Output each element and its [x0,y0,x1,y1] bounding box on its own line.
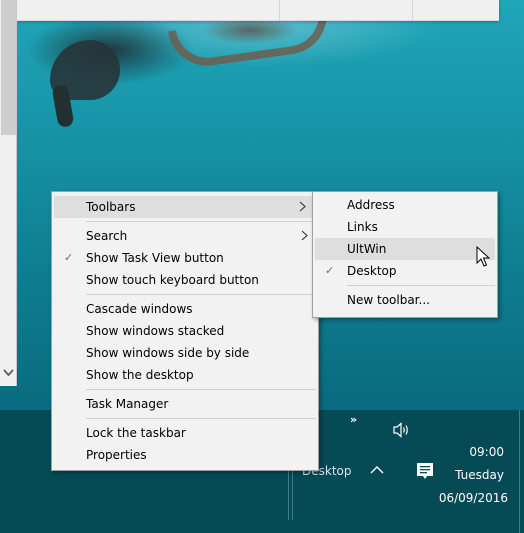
menu-item-label: Task Manager [86,397,169,411]
window-divider [279,0,280,21]
menu-item-label: Properties [86,448,147,462]
menu-item-show-windows-stacked[interactable]: Show windows stacked [52,320,318,342]
menu-item-label: Cascade windows [86,302,193,316]
menu-item-label: New toolbar... [347,293,430,307]
menu-item-show-task-view-button[interactable]: ✓ Show Task View button [52,247,318,269]
menu-item-show-the-desktop[interactable]: Show the desktop [52,364,318,386]
menu-item-cascade-windows[interactable]: Cascade windows [52,298,318,320]
menu-separator [347,285,495,286]
menu-item-toolbars[interactable]: Toolbars [54,196,316,218]
menu-item-label: Toolbars [86,200,136,214]
submenu-arrow-icon [299,196,306,218]
toolbar-overflow-icon[interactable]: » [350,413,357,426]
submenu-item-desktop[interactable]: ✓ Desktop [313,260,497,282]
checkmark-icon: ✓ [325,264,335,277]
submenu-item-new-toolbar[interactable]: New toolbar... [313,289,497,311]
menu-item-properties[interactable]: Properties [52,444,318,466]
menu-separator [86,221,316,222]
menu-item-label: Address [347,198,395,212]
menu-item-label: Lock the taskbar [86,426,186,440]
menu-item-label: Show the desktop [86,368,194,382]
menu-item-show-windows-side-by-side[interactable]: Show windows side by side [52,342,318,364]
menu-item-lock-the-taskbar[interactable]: Lock the taskbar [52,422,318,444]
scroll-down-arrow-icon[interactable] [2,368,15,382]
menu-separator [86,294,316,295]
taskbar-clock[interactable]: 09:00 Tuesday 06/09/2016 [438,441,518,510]
menu-item-label: Show windows side by side [86,346,250,360]
window-divider [412,0,413,21]
menu-separator [86,389,316,390]
submenu-item-links[interactable]: Links [313,216,497,238]
left-window-panel [0,0,17,386]
menu-item-label: Links [347,220,378,234]
clock-day: Tuesday [455,468,504,482]
menu-item-label: Show touch keyboard button [86,273,259,287]
show-desktop-divider[interactable] [519,410,520,533]
toolbars-submenu: Address Links UltWin ✓ Desktop New toolb… [312,191,498,318]
menu-item-label: Desktop [347,264,397,278]
menu-item-search[interactable]: Search [52,225,318,247]
volume-icon[interactable] [392,421,412,439]
show-hidden-icons-chevron-up-icon[interactable] [369,464,385,476]
menu-item-label: Search [86,229,128,243]
submenu-item-address[interactable]: Address [313,194,497,216]
checkmark-icon: ✓ [64,251,74,264]
menu-item-show-touch-keyboard-button[interactable]: Show touch keyboard button [52,269,318,291]
submenu-arrow-icon [301,225,308,247]
clock-date: 06/09/2016 [438,491,508,505]
menu-item-label: Show Task View button [86,251,224,265]
mouse-cursor-icon [476,245,491,268]
scrollbar-thumb[interactable] [1,0,16,135]
background-window-strip[interactable] [17,0,499,21]
menu-item-task-manager[interactable]: Task Manager [52,393,318,415]
action-center-icon[interactable] [416,462,434,482]
clock-time: 09:00 [469,445,504,459]
submenu-item-ultwin[interactable]: UltWin [315,238,495,260]
taskbar-context-menu: Toolbars Search ✓ Show Task View button … [51,191,319,471]
menu-separator [86,418,316,419]
menu-item-label: UltWin [347,242,387,256]
menu-item-label: Show windows stacked [86,324,225,338]
